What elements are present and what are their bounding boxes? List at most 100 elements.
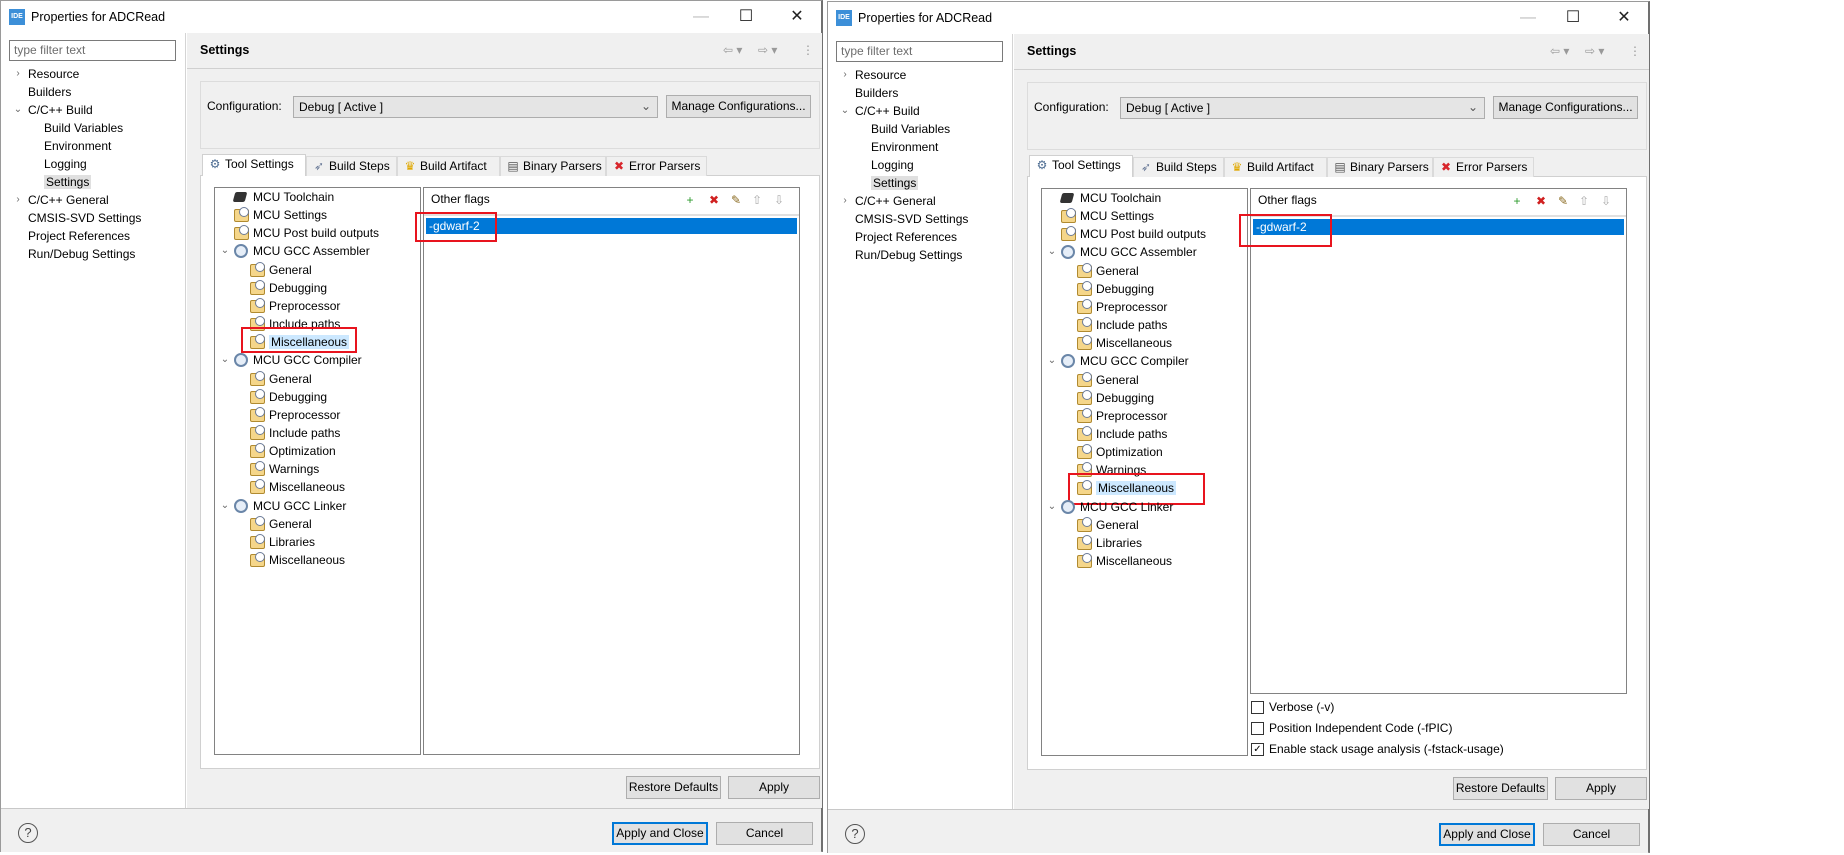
delete-icon[interactable]: ✖	[1533, 193, 1549, 209]
restore-defaults-button[interactable]: Restore Defaults	[626, 776, 721, 799]
nav-item[interactable]: Run/Debug Settings	[855, 246, 962, 264]
chevron-right-icon[interactable]: ›	[13, 191, 23, 209]
nav-item[interactable]: Project References	[855, 228, 957, 246]
tab-error-parsers[interactable]: ✖ Error Parsers	[606, 156, 707, 176]
manage-configurations-button[interactable]: Manage Configurations...	[666, 95, 811, 118]
move-down-icon[interactable]: ⇩	[1598, 193, 1614, 209]
nav-item[interactable]: Environment	[871, 138, 938, 156]
tool-tree-item[interactable]: Debugging	[1096, 389, 1154, 407]
cancel-button[interactable]: Cancel	[1543, 823, 1640, 846]
tab-error-parsers[interactable]: ✖ Error Parsers	[1433, 157, 1534, 177]
chevron-down-icon[interactable]: ⌄	[1047, 352, 1057, 370]
tool-tree-item[interactable]: MCU GCC Assembler	[1080, 243, 1197, 261]
tool-tree-item[interactable]: Preprocessor	[269, 406, 340, 424]
tool-tree-item[interactable]: MCU GCC Linker	[253, 497, 346, 515]
move-up-icon[interactable]: ⇧	[1576, 193, 1592, 209]
nav-item[interactable]: C/C++ Build	[855, 102, 920, 120]
chevron-down-icon[interactable]: ⌄	[220, 497, 230, 515]
tool-tree-item[interactable]: General	[1096, 516, 1139, 534]
chevron-down-icon[interactable]: ⌄	[1047, 498, 1057, 516]
tab-build-steps[interactable]: ➶ Build Steps	[306, 156, 397, 176]
back-icon[interactable]: ⇦ ▾	[1550, 44, 1569, 58]
maximize-button[interactable]: ☐	[726, 5, 766, 29]
checkbox[interactable]: ✓	[1251, 743, 1264, 756]
nav-item[interactable]: Build Variables	[871, 120, 950, 138]
filter-input[interactable]: type filter text	[836, 41, 1003, 62]
chevron-right-icon[interactable]: ›	[840, 66, 850, 84]
manage-configurations-button[interactable]: Manage Configurations...	[1493, 96, 1638, 119]
tool-tree-item[interactable]: MCU GCC Compiler	[1080, 352, 1189, 370]
tool-tree-item[interactable]: MCU Toolchain	[253, 188, 334, 206]
tool-tree-item[interactable]: Include paths	[269, 424, 340, 442]
tool-tree-item[interactable]: Preprocessor	[269, 297, 340, 315]
nav-item[interactable]: Build Variables	[44, 119, 123, 137]
checkbox[interactable]	[1251, 701, 1264, 714]
restore-defaults-button[interactable]: Restore Defaults	[1453, 777, 1548, 800]
apply-button[interactable]: Apply	[1555, 777, 1647, 800]
tab-tool-settings[interactable]: ⚙ Tool Settings	[1029, 155, 1133, 177]
tool-tree-item[interactable]: MCU GCC Assembler	[253, 242, 370, 260]
other-flags-list[interactable]	[1250, 188, 1627, 694]
tool-tree-item[interactable]: Miscellaneous	[1096, 552, 1172, 570]
tool-tree-item[interactable]: Warnings	[269, 460, 319, 478]
forward-icon[interactable]: ⇨ ▾	[1585, 44, 1604, 58]
tool-tree-item[interactable]: General	[269, 261, 312, 279]
tool-tree-item[interactable]: Libraries	[269, 533, 315, 551]
tool-tree-item[interactable]: Optimization	[1096, 443, 1163, 461]
chevron-down-icon[interactable]: ⌄	[220, 351, 230, 369]
close-button[interactable]: ✕	[1604, 6, 1644, 30]
add-icon[interactable]: +	[1509, 193, 1525, 209]
tab-build-artifact[interactable]: ♛ Build Artifact	[1224, 157, 1327, 177]
chevron-down-icon[interactable]: ⌄	[1047, 243, 1057, 261]
move-down-icon[interactable]: ⇩	[771, 192, 787, 208]
more-options-icon[interactable]: ⋮	[1629, 44, 1641, 58]
tool-tree-item[interactable]: MCU Post build outputs	[253, 224, 379, 242]
tool-tree-item[interactable]: Debugging	[269, 279, 327, 297]
tool-tree-item[interactable]: Debugging	[269, 388, 327, 406]
tool-tree-item[interactable]: Include paths	[1096, 316, 1167, 334]
tool-tree-item[interactable]: General	[1096, 371, 1139, 389]
tab-build-steps[interactable]: ➶ Build Steps	[1133, 157, 1224, 177]
tool-tree-item[interactable]: Preprocessor	[1096, 407, 1167, 425]
chevron-right-icon[interactable]: ›	[840, 192, 850, 210]
chevron-down-icon[interactable]: ⌄	[220, 242, 230, 260]
nav-item[interactable]: C/C++ General	[855, 192, 936, 210]
nav-item[interactable]: Environment	[44, 137, 111, 155]
tool-tree-item[interactable]: MCU Toolchain	[1080, 189, 1161, 207]
tab-tool-settings[interactable]: ⚙ Tool Settings	[202, 154, 306, 176]
help-icon[interactable]: ?	[845, 824, 865, 844]
tab-build-artifact[interactable]: ♛ Build Artifact	[397, 156, 500, 176]
checkbox[interactable]	[1251, 722, 1264, 735]
apply-and-close-button[interactable]: Apply and Close	[612, 822, 708, 845]
edit-icon[interactable]: ✎	[728, 192, 744, 208]
tool-tree-item[interactable]: General	[269, 515, 312, 533]
maximize-button[interactable]: ☐	[1553, 6, 1593, 30]
close-button[interactable]: ✕	[777, 5, 817, 29]
nav-item[interactable]: Project References	[28, 227, 130, 245]
cancel-button[interactable]: Cancel	[716, 822, 813, 845]
nav-item[interactable]: C/C++ Build	[28, 101, 93, 119]
delete-icon[interactable]: ✖	[706, 192, 722, 208]
nav-item[interactable]: Settings	[44, 173, 92, 191]
minimize-button[interactable]: —	[681, 5, 721, 29]
nav-item[interactable]: C/C++ General	[28, 191, 109, 209]
back-icon[interactable]: ⇦ ▾	[723, 43, 742, 57]
nav-item[interactable]: Resource	[28, 65, 79, 83]
tool-tree-item[interactable]: General	[269, 370, 312, 388]
add-icon[interactable]: +	[682, 192, 698, 208]
tool-tree-item[interactable]: Miscellaneous	[1096, 334, 1172, 352]
tool-tree-item[interactable]: MCU Post build outputs	[1080, 225, 1206, 243]
apply-and-close-button[interactable]: Apply and Close	[1439, 823, 1535, 846]
more-options-icon[interactable]: ⋮	[802, 43, 814, 57]
chevron-down-icon[interactable]: ⌄	[13, 101, 23, 119]
configuration-select[interactable]: Debug [ Active ] ⌄	[293, 96, 658, 118]
other-flags-list[interactable]	[423, 187, 800, 755]
help-icon[interactable]: ?	[18, 823, 38, 843]
tool-tree-item[interactable]: MCU GCC Linker	[1080, 498, 1173, 516]
tool-tree-item[interactable]: Miscellaneous	[269, 478, 345, 496]
tool-tree-item[interactable]: MCU Settings	[253, 206, 327, 224]
chevron-down-icon[interactable]: ⌄	[840, 102, 850, 120]
tool-tree-item[interactable]: MCU Settings	[1080, 207, 1154, 225]
edit-icon[interactable]: ✎	[1555, 193, 1571, 209]
nav-item[interactable]: Settings	[871, 174, 919, 192]
